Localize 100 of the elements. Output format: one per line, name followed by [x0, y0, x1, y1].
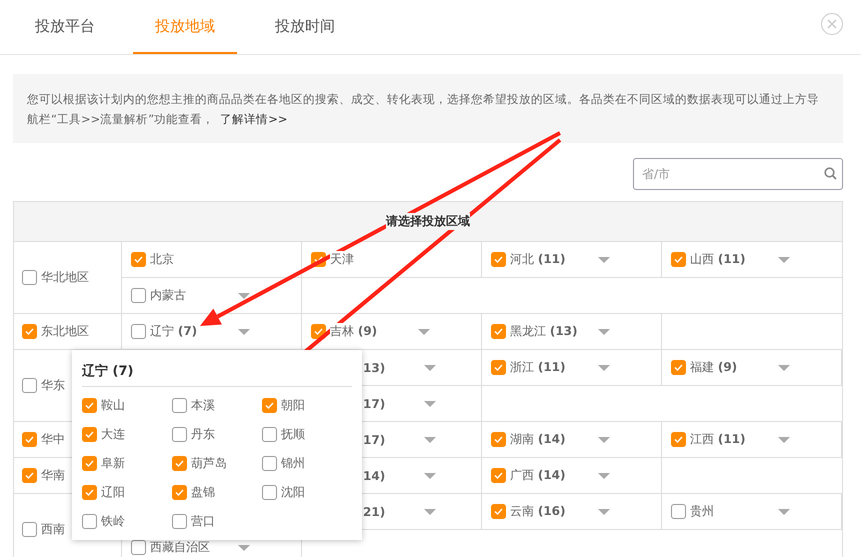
- caret-icon[interactable]: [598, 436, 610, 442]
- check-icon: [85, 402, 94, 409]
- caret-icon[interactable]: [598, 364, 610, 370]
- province-label: 21): [363, 504, 386, 518]
- city-label: 抚顺: [281, 426, 305, 443]
- check-icon: [314, 256, 323, 263]
- search-field[interactable]: 省/市: [633, 158, 843, 190]
- checkbox[interactable]: [172, 514, 187, 529]
- province-label: 广西 (14): [510, 467, 566, 484]
- caret-icon[interactable]: [778, 256, 790, 262]
- province-label: 内蒙古: [150, 287, 186, 304]
- caret-icon[interactable]: [424, 508, 436, 514]
- city-label: 辽阳: [101, 484, 125, 501]
- checkbox[interactable]: [172, 456, 187, 471]
- city-label: 阜新: [101, 455, 125, 472]
- caret-icon[interactable]: [598, 328, 610, 334]
- region-label: 华北地区: [41, 269, 89, 286]
- checkbox[interactable]: [491, 468, 506, 483]
- caret-icon[interactable]: [424, 364, 436, 370]
- check-icon: [85, 489, 94, 496]
- caret-icon[interactable]: [418, 328, 430, 334]
- details-link[interactable]: 了解详情>>: [220, 112, 288, 126]
- region-label: 华东: [41, 377, 65, 394]
- checkbox[interactable]: [22, 270, 37, 285]
- checkbox[interactable]: [82, 398, 97, 413]
- checkbox[interactable]: [671, 360, 686, 375]
- caret-icon[interactable]: [598, 508, 610, 514]
- city-label: 营口: [191, 513, 215, 530]
- caret-icon[interactable]: [598, 472, 610, 478]
- province-label: 云南 (16): [510, 503, 566, 520]
- caret-icon[interactable]: [238, 292, 250, 298]
- checkbox[interactable]: [491, 324, 506, 339]
- caret-icon[interactable]: [778, 508, 790, 514]
- province-label: 17): [363, 432, 386, 446]
- city-label: 锦州: [281, 455, 305, 472]
- checkbox[interactable]: [82, 456, 97, 471]
- caret-icon[interactable]: [424, 400, 436, 406]
- check-icon: [175, 460, 184, 467]
- city-label: 葫芦岛: [191, 455, 227, 472]
- caret-icon[interactable]: [238, 544, 250, 550]
- city-label: 盘锦: [191, 484, 215, 501]
- region-label: 西南: [41, 521, 65, 538]
- check-icon: [134, 256, 143, 263]
- checkbox[interactable]: [671, 504, 686, 519]
- caret-icon[interactable]: [424, 472, 436, 478]
- checkbox[interactable]: [82, 427, 97, 442]
- province-label: 13): [363, 360, 386, 374]
- province-label: 14): [363, 468, 386, 482]
- checkbox[interactable]: [82, 514, 97, 529]
- check-icon: [674, 256, 683, 263]
- city-label: 沈阳: [281, 484, 305, 501]
- checkbox[interactable]: [491, 432, 506, 447]
- checkbox[interactable]: [131, 252, 146, 267]
- region-label: 东北地区: [41, 323, 89, 340]
- check-icon: [314, 328, 323, 335]
- checkbox[interactable]: [131, 540, 146, 555]
- tab[interactable]: 投放平台: [13, 0, 117, 54]
- checkbox[interactable]: [491, 504, 506, 519]
- checkbox[interactable]: [172, 485, 187, 500]
- province-label: 浙江 (11): [510, 359, 566, 376]
- checkbox[interactable]: [262, 427, 277, 442]
- checkbox[interactable]: [22, 432, 37, 447]
- check-icon: [674, 364, 683, 371]
- check-icon: [25, 472, 34, 479]
- check-icon: [175, 489, 184, 496]
- caret-icon[interactable]: [598, 256, 610, 262]
- checkbox[interactable]: [131, 288, 146, 303]
- checkbox[interactable]: [262, 485, 277, 500]
- check-icon: [494, 508, 503, 515]
- checkbox[interactable]: [22, 324, 37, 339]
- check-icon: [85, 431, 94, 438]
- city-label: 本溪: [191, 397, 215, 414]
- check-icon: [85, 460, 94, 467]
- checkbox[interactable]: [172, 398, 187, 413]
- tab[interactable]: 投放时间: [253, 0, 357, 54]
- checkbox[interactable]: [491, 360, 506, 375]
- checkbox[interactable]: [262, 398, 277, 413]
- close-icon[interactable]: [821, 13, 843, 35]
- check-icon: [674, 436, 683, 443]
- checkbox[interactable]: [22, 468, 37, 483]
- checkbox[interactable]: [671, 252, 686, 267]
- checkbox[interactable]: [82, 485, 97, 500]
- checkbox[interactable]: [671, 432, 686, 447]
- popup-title: 辽宁 (7): [82, 362, 352, 387]
- province-label: 湖南 (14): [510, 431, 566, 448]
- checkbox[interactable]: [491, 252, 506, 267]
- caret-icon[interactable]: [238, 328, 250, 334]
- search-icon[interactable]: [824, 167, 837, 180]
- province-label: 黑龙江 (13): [510, 323, 578, 340]
- checkbox[interactable]: [22, 378, 37, 393]
- checkbox[interactable]: [172, 427, 187, 442]
- city-label: 鞍山: [101, 397, 125, 414]
- caret-icon[interactable]: [778, 364, 790, 370]
- checkbox[interactable]: [131, 324, 146, 339]
- caret-icon[interactable]: [424, 436, 436, 442]
- caret-icon[interactable]: [778, 436, 790, 442]
- checkbox[interactable]: [262, 456, 277, 471]
- city-label: 铁岭: [101, 513, 125, 530]
- checkbox[interactable]: [22, 522, 37, 537]
- province-label: 山西 (11): [690, 251, 746, 268]
